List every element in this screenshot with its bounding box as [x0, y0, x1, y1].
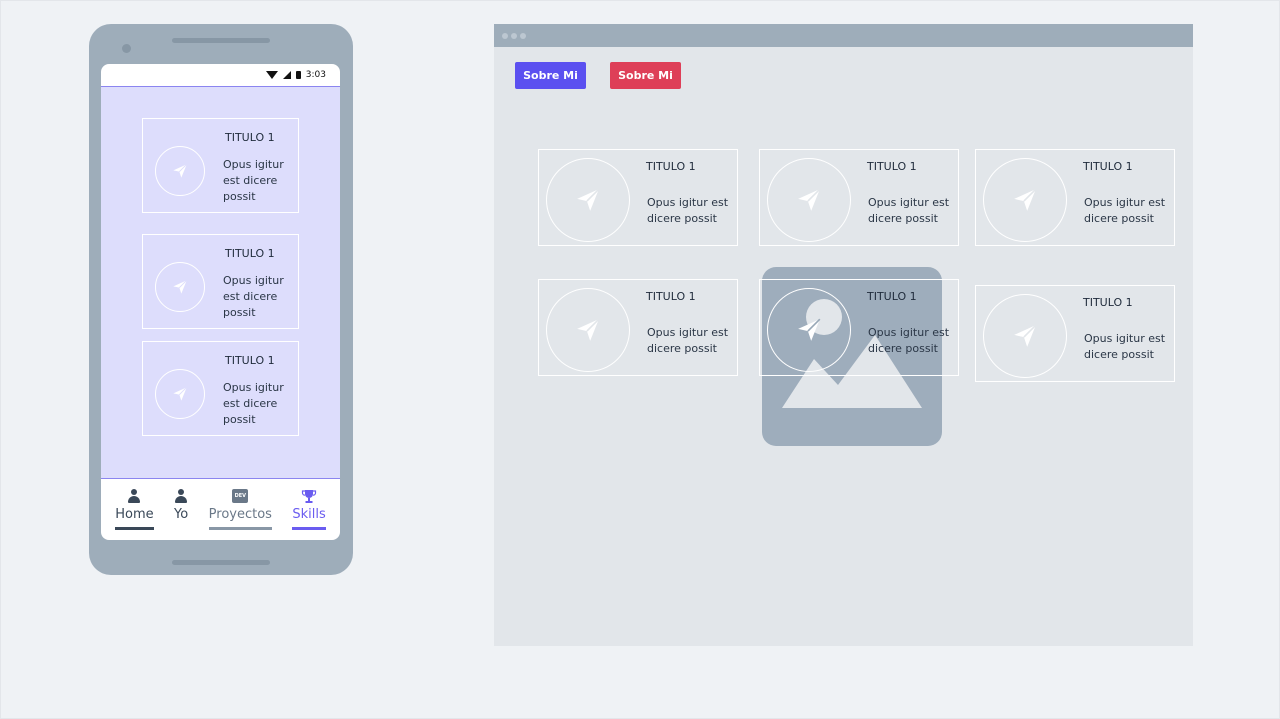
nav-item-skills[interactable]: Skills [292, 487, 326, 530]
phone-screen: 3:03 TITULO 1 Opus igitur est dicere pos… [101, 64, 340, 540]
paper-plane-icon [577, 318, 600, 341]
card-title: TITULO 1 [646, 160, 696, 173]
phone-card[interactable]: TITULO 1 Opus igitur est dicere possit [142, 234, 299, 329]
window-dot [502, 32, 508, 39]
paper-plane-icon [1014, 324, 1037, 347]
card-title: TITULO 1 [225, 131, 275, 144]
card-avatar [983, 294, 1067, 378]
card-title: TITULO 1 [646, 290, 696, 303]
phone-home-bar [172, 560, 270, 565]
battery-icon [295, 71, 301, 79]
web-card[interactable]: TITULO 1 Opus igitur est dicere possit [759, 279, 959, 376]
card-description: Opus igitur est dicere possit [647, 326, 729, 355]
card-title: TITULO 1 [1083, 160, 1133, 173]
phone-card[interactable]: TITULO 1 Opus igitur est dicere possit [142, 341, 299, 436]
window-dot [520, 32, 526, 39]
wifi-icon [265, 71, 278, 79]
paper-plane-icon [173, 386, 188, 401]
card-description: Opus igitur est dicere possit [868, 326, 950, 355]
card-avatar [546, 158, 630, 242]
dev-icon: DEV [232, 489, 249, 503]
paper-plane-icon [173, 163, 188, 178]
card-description: Opus igitur est dicere possit [223, 274, 284, 319]
card-avatar [546, 288, 630, 372]
paper-plane-icon [577, 188, 600, 211]
trophy-icon [301, 490, 317, 503]
card-title: TITULO 1 [867, 160, 917, 173]
card-description: Opus igitur est dicere possit [223, 158, 284, 203]
card-avatar [767, 158, 851, 242]
signal-icon [282, 71, 291, 79]
canvas: 3:03 TITULO 1 Opus igitur est dicere pos… [0, 0, 1280, 719]
card-description: Opus igitur est dicere possit [868, 196, 950, 225]
phone-mockup: 3:03 TITULO 1 Opus igitur est dicere pos… [89, 24, 353, 575]
person-icon [127, 489, 141, 503]
card-description: Opus igitur est dicere possit [1084, 196, 1166, 225]
person-icon [174, 489, 188, 503]
card-description: Opus igitur est dicere possit [647, 196, 729, 225]
card-avatar [155, 262, 205, 312]
paper-plane-icon [798, 318, 821, 341]
nav-item-yo[interactable]: Yo [174, 487, 188, 530]
status-time: 3:03 [305, 70, 326, 80]
card-avatar [155, 369, 205, 419]
card-title: TITULO 1 [225, 354, 275, 367]
card-avatar [767, 288, 851, 372]
paper-plane-icon [1014, 188, 1037, 211]
phone-content[interactable]: TITULO 1 Opus igitur est dicere possit T… [101, 86, 340, 479]
nav-label: Proyectos [208, 507, 272, 530]
phone-camera [122, 44, 131, 53]
bottom-nav: Home Yo DEV Proyectos Skills [101, 479, 340, 540]
card-description: Opus igitur est dicere possit [1084, 332, 1166, 361]
card-avatar [155, 146, 205, 196]
nav-item-home[interactable]: Home [115, 487, 154, 530]
web-card[interactable]: TITULO 1 Opus igitur est dicere possit [975, 149, 1175, 246]
status-bar: 3:03 [101, 64, 340, 86]
nav-label: Skills [292, 507, 326, 530]
card-title: TITULO 1 [225, 247, 275, 260]
paper-plane-icon [173, 279, 188, 294]
card-title: TITULO 1 [1083, 296, 1133, 309]
skills-button[interactable]: Sobre Mi [610, 62, 681, 89]
nav-label: Home [115, 507, 154, 530]
web-card[interactable]: TITULO 1 Opus igitur est dicere possit [538, 149, 738, 246]
paper-plane-icon [798, 188, 821, 211]
card-avatar [983, 158, 1067, 242]
web-card[interactable]: TITULO 1 Opus igitur est dicere possit [538, 279, 738, 376]
web-card[interactable]: TITULO 1 Opus igitur est dicere possit [975, 285, 1175, 382]
browser-titlebar [494, 24, 1193, 47]
browser-window: Sobre Mi Sobre Mi TITULO 1 Opus igitur e… [494, 24, 1193, 646]
about-button[interactable]: Sobre Mi [515, 62, 586, 89]
nav-item-proyectos[interactable]: DEV Proyectos [208, 487, 272, 530]
nav-label: Yo [174, 507, 189, 522]
window-dot [511, 32, 517, 39]
phone-speaker [172, 38, 270, 43]
phone-card[interactable]: TITULO 1 Opus igitur est dicere possit [142, 118, 299, 213]
web-card[interactable]: TITULO 1 Opus igitur est dicere possit [759, 149, 959, 246]
card-description: Opus igitur est dicere possit [223, 381, 284, 426]
card-title: TITULO 1 [867, 290, 917, 303]
